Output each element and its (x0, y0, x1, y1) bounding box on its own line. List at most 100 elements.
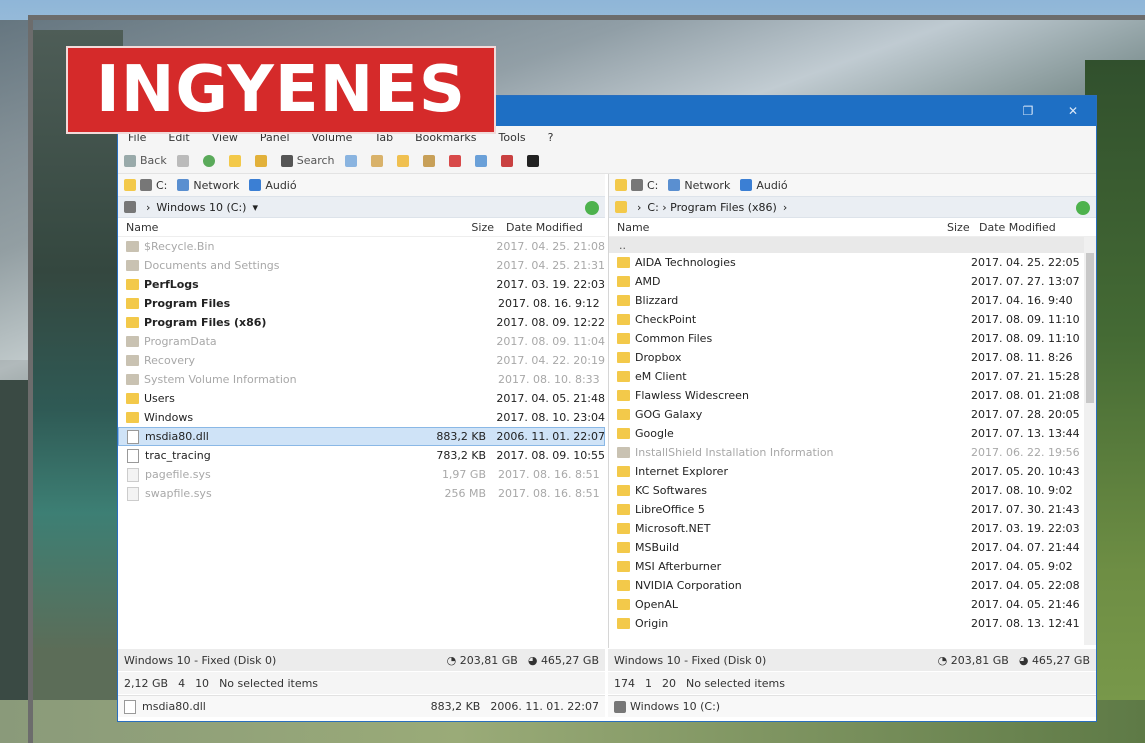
table-row[interactable]: GOG Galaxy 2017. 07. 28. 20:05 (609, 405, 1096, 424)
folder-icon (617, 314, 630, 325)
calendar-icon (500, 154, 513, 167)
table-row[interactable]: Windows 2017. 08. 10. 23:04 (118, 408, 605, 427)
table-row[interactable]: Microsoft.NET 2017. 03. 19. 22:03 (609, 519, 1096, 538)
table-row[interactable]: Blizzard 2017. 04. 16. 9:40 (609, 291, 1096, 310)
new-folder-button[interactable] (396, 154, 413, 167)
refresh-icon[interactable] (1076, 201, 1090, 215)
table-row[interactable]: pagefile.sys 1,97 GB 2017. 08. 16. 8:51 (118, 465, 605, 484)
right-drive-audio[interactable]: Audió (740, 179, 788, 192)
table-row[interactable]: InstallShield Installation Information 20… (609, 443, 1096, 462)
row-name: System Volume Information (118, 373, 438, 386)
parent-directory-row[interactable]: .. (609, 237, 1096, 253)
table-row[interactable]: msdia80.dll 883,2 KB 2006. 11. 01. 22:07 (118, 427, 605, 446)
folder-icon (617, 542, 630, 553)
restore-icon[interactable]: ❐ (1018, 102, 1038, 120)
row-name: InstallShield Installation Information (609, 446, 959, 459)
row-name: msdia80.dll (118, 429, 436, 444)
right-drive-network[interactable]: Network (668, 179, 730, 192)
table-row[interactable]: OpenAL 2017. 04. 05. 21:46 (609, 595, 1096, 614)
left-col-size[interactable]: Size (446, 221, 494, 234)
table-row[interactable]: CheckPoint 2017. 08. 09. 11:10 (609, 310, 1096, 329)
left-col-name[interactable]: Name (118, 221, 446, 234)
table-row[interactable]: AIDA Technologies 2017. 04. 25. 22:05 (609, 253, 1096, 272)
table-row[interactable]: swapfile.sys 256 MB 2017. 08. 16. 8:51 (118, 484, 605, 503)
table-row[interactable]: MSI Afterburner 2017. 04. 05. 9:02 (609, 557, 1096, 576)
table-row[interactable]: AMD 2017. 07. 27. 13:07 (609, 272, 1096, 291)
back-button[interactable]: Back (124, 154, 167, 167)
table-row[interactable]: trac_tracing 783,2 KB 2017. 08. 09. 10:55 (118, 446, 605, 465)
pie-icon: ◔ (446, 653, 460, 667)
row-name: KC Softwares (609, 484, 959, 497)
row-date: 2017. 04. 05. 21:48 (496, 392, 605, 405)
row-date: 2017. 03. 19. 22:03 (971, 522, 1080, 535)
table-row[interactable]: Origin 2017. 08. 13. 12:41 (609, 614, 1096, 633)
right-pane: C: Network Audió › C: › Program Files (x… (608, 174, 1096, 648)
chevron-down-icon[interactable]: ▾ (252, 201, 258, 214)
properties-button[interactable] (474, 154, 491, 167)
table-row[interactable]: PerfLogs 2017. 03. 19. 22:03 (118, 275, 605, 294)
row-name: AMD (609, 275, 959, 288)
folder-icon (126, 393, 139, 404)
table-row[interactable]: Common Files 2017. 08. 09. 11:10 (609, 329, 1096, 348)
row-date: 2017. 07. 28. 20:05 (971, 408, 1080, 421)
table-row[interactable]: Program Files (x86) 2017. 08. 09. 12:22 (118, 313, 605, 332)
left-path-bar[interactable]: › Windows 10 (C:) ▾ (118, 196, 605, 218)
folder-icon (617, 295, 630, 306)
right-col-size[interactable]: Size (947, 221, 970, 234)
folder-icon (617, 409, 630, 420)
row-name-text: eM Client (635, 370, 687, 383)
table-row[interactable]: LibreOffice 5 2017. 07. 30. 21:43 (609, 500, 1096, 519)
left-volume-label: Windows 10 - Fixed (Disk 0) (124, 653, 277, 667)
table-row[interactable]: KC Softwares 2017. 08. 10. 9:02 (609, 481, 1096, 500)
refresh-icon[interactable] (585, 201, 599, 215)
terminal-button[interactable] (526, 154, 543, 167)
calendar-button[interactable] (500, 154, 517, 167)
table-row[interactable]: ProgramData 2017. 08. 09. 11:04 (118, 332, 605, 351)
table-row[interactable]: Dropbox 2017. 08. 11. 8:26 (609, 348, 1096, 367)
forward-button[interactable] (176, 154, 193, 167)
delete-button[interactable] (448, 154, 465, 167)
menu-help[interactable]: ? (548, 131, 554, 144)
right-scrollbar[interactable] (1084, 237, 1096, 645)
table-row[interactable]: MSBuild 2017. 04. 07. 21:44 (609, 538, 1096, 557)
right-drive-c[interactable]: C: (615, 179, 658, 192)
paste-button[interactable] (370, 154, 387, 167)
table-row[interactable]: eM Client 2017. 07. 21. 15:28 (609, 367, 1096, 386)
folder-icon (615, 201, 627, 213)
search-button[interactable]: Search (280, 154, 335, 167)
right-file-list: .. AIDA Technologies 2017. 04. 25. 22:05 AM… (609, 237, 1096, 633)
right-path-bar[interactable]: › C: › Program Files (x86) › (609, 196, 1096, 218)
table-row[interactable]: Flawless Widescreen 2017. 08. 01. 21:08 (609, 386, 1096, 405)
row-name: eM Client (609, 370, 959, 383)
copy-button[interactable] (344, 154, 361, 167)
row-name-text: ProgramData (144, 335, 217, 348)
scrollbar-thumb[interactable] (1086, 253, 1094, 403)
table-row[interactable]: Google 2017. 07. 13. 13:44 (609, 424, 1096, 443)
table-row[interactable]: Users 2017. 04. 05. 21:48 (118, 389, 605, 408)
table-row[interactable]: Internet Explorer 2017. 05. 20. 10:43 (609, 462, 1096, 481)
table-row[interactable]: $Recycle.Bin 2017. 04. 25. 21:08 (118, 237, 605, 256)
folder-view-button[interactable] (228, 154, 245, 167)
row-name-text: Windows (144, 411, 194, 424)
right-col-date[interactable]: Date Modified (967, 221, 1056, 234)
favorites-button[interactable] (254, 154, 271, 167)
left-drive-network[interactable]: Network (177, 179, 239, 192)
row-name-text: Users (144, 392, 175, 405)
row-date: 2017. 08. 09. 10:55 (496, 449, 605, 462)
refresh-button[interactable] (202, 154, 219, 167)
row-name-text: CheckPoint (635, 313, 697, 326)
pie-icon: ◔ (937, 653, 951, 667)
table-row[interactable]: System Volume Information 2017. 08. 10. 8… (118, 370, 605, 389)
left-col-date[interactable]: Date Modified (494, 221, 583, 234)
table-row[interactable]: Documents and Settings 2017. 04. 25. 21:3… (118, 256, 605, 275)
menu-tools[interactable]: Tools (499, 131, 526, 144)
right-col-name[interactable]: Name (609, 221, 947, 234)
left-drive-c[interactable]: C: (124, 179, 167, 192)
left-drive-audio[interactable]: Audió (249, 179, 297, 192)
table-row[interactable]: Recovery 2017. 04. 22. 20:19 (118, 351, 605, 370)
close-icon[interactable]: ✕ (1063, 102, 1083, 120)
table-row[interactable]: Program Files 2017. 08. 16. 9:12 (118, 294, 605, 313)
move-button[interactable] (422, 154, 439, 167)
table-row[interactable]: NVIDIA Corporation 2017. 04. 05. 22:08 (609, 576, 1096, 595)
row-name: swapfile.sys (118, 486, 438, 501)
